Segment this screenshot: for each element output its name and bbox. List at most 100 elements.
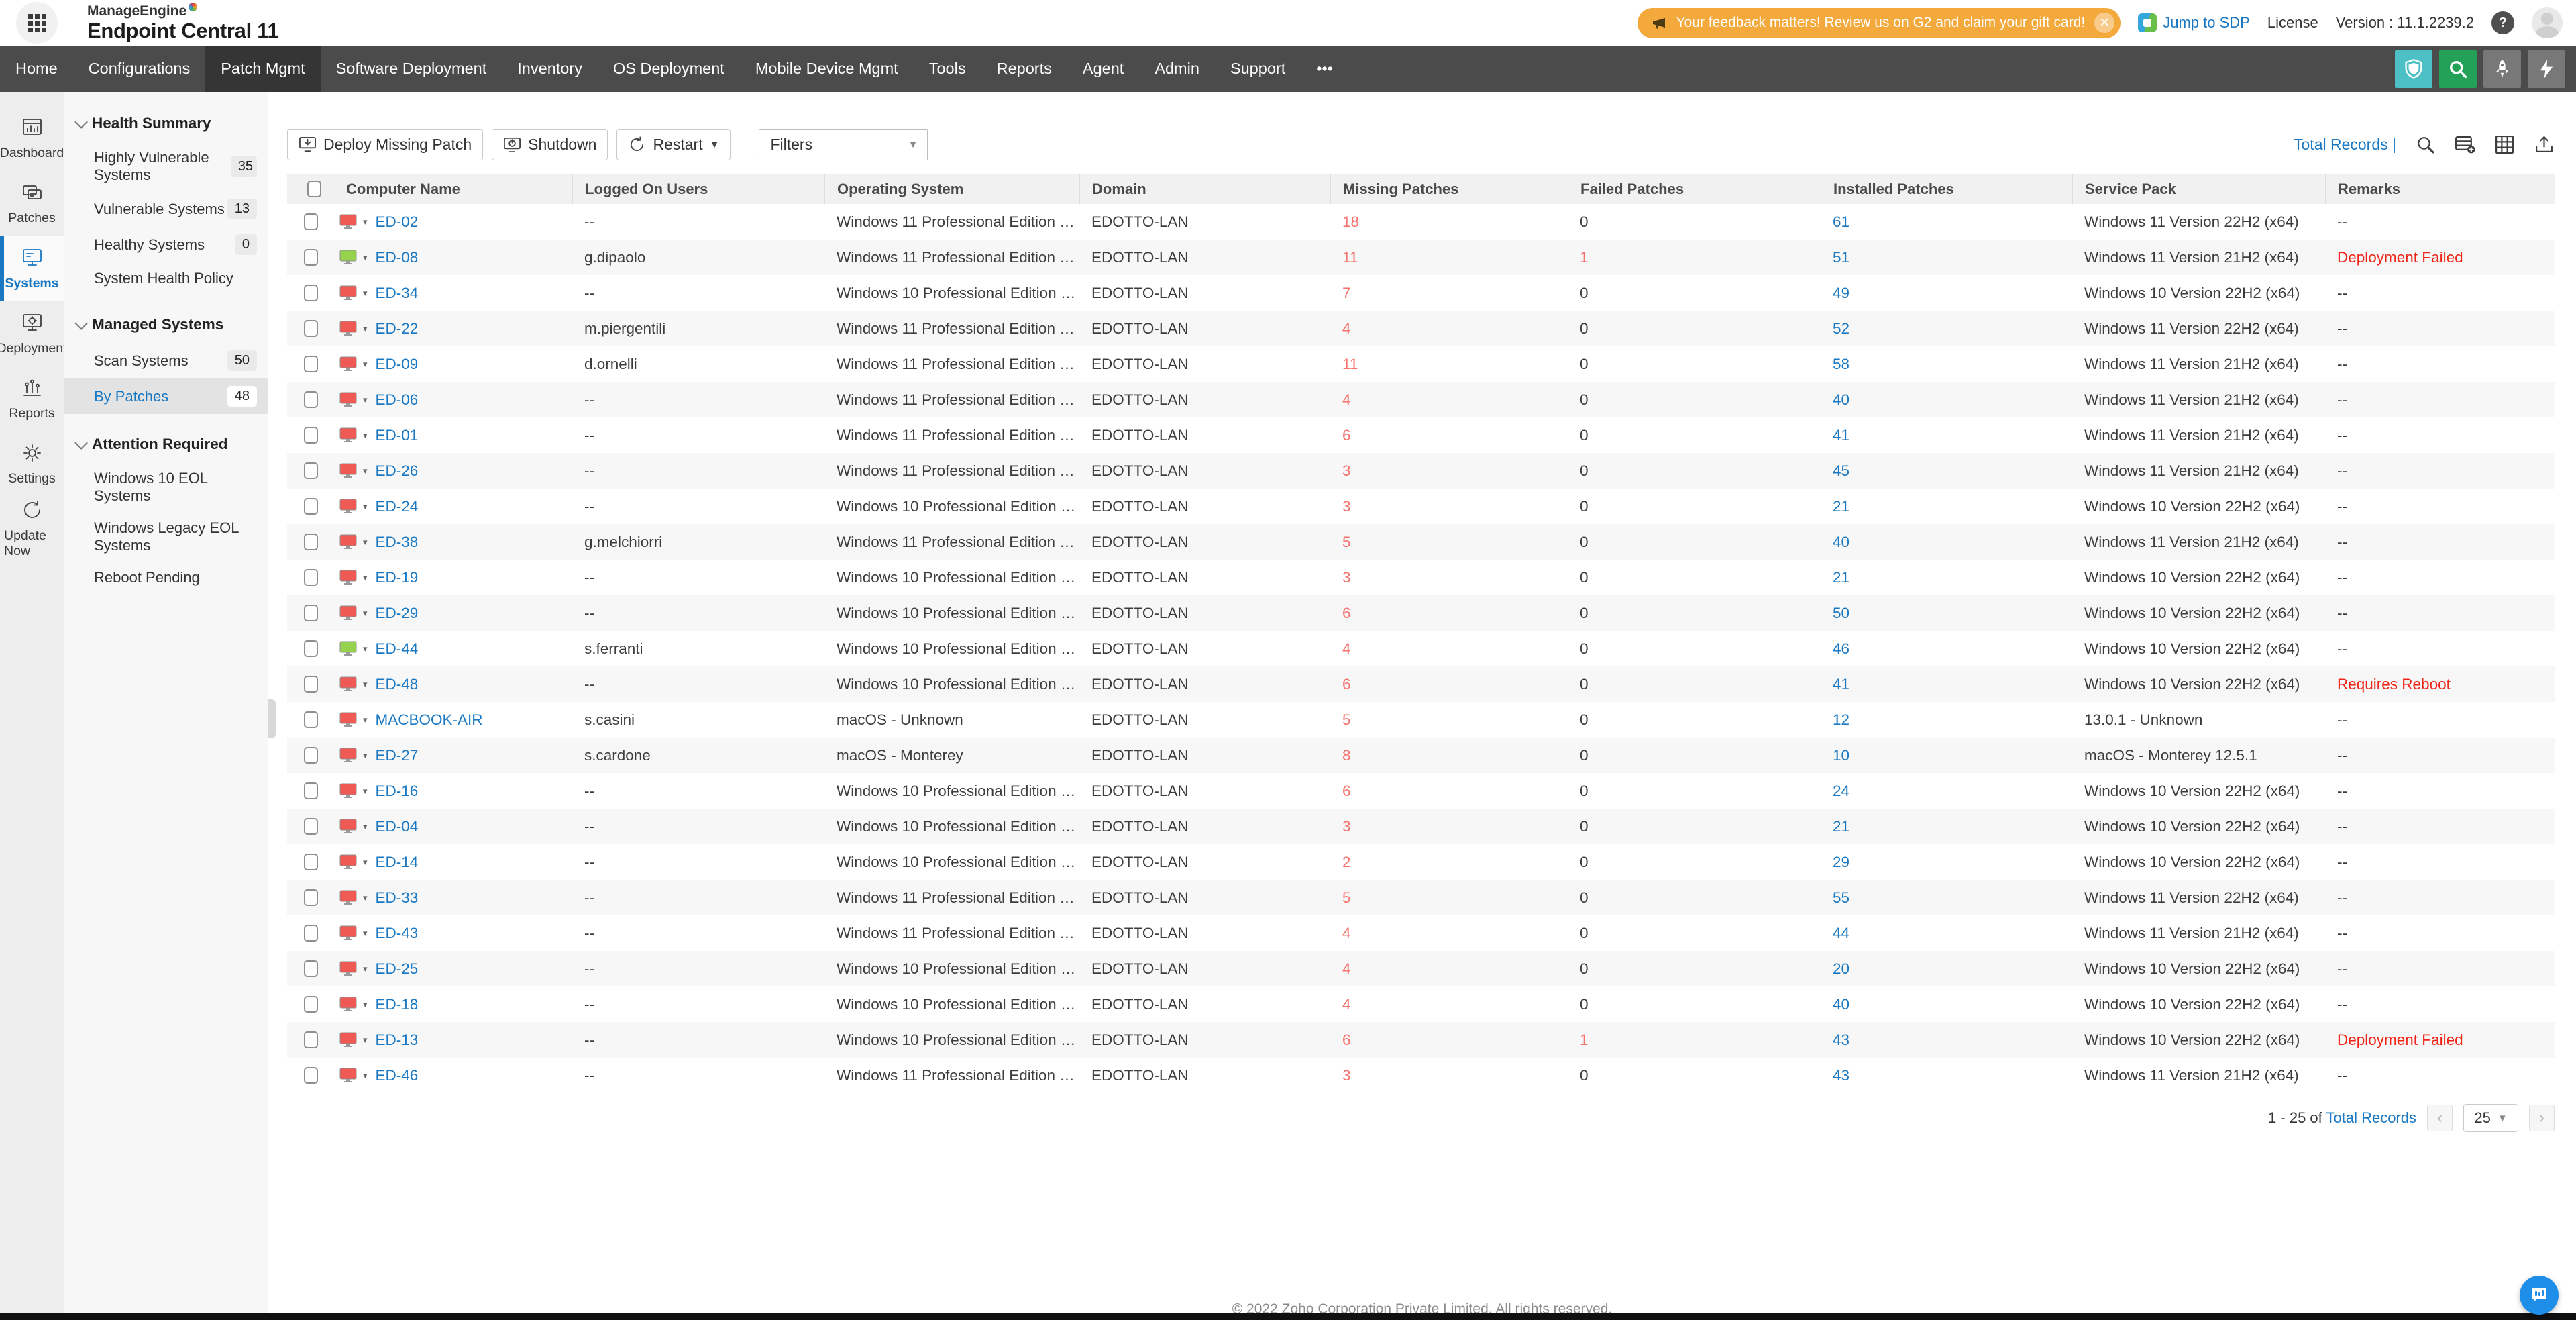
- sidebar-item-by-patches[interactable]: By Patches48: [64, 378, 268, 414]
- nav-item-inventory[interactable]: Inventory: [502, 46, 598, 92]
- computer-name-link[interactable]: ED-43: [376, 925, 419, 942]
- pagination-total-link[interactable]: Total Records: [2326, 1109, 2416, 1126]
- computer-name-link[interactable]: ED-27: [376, 747, 419, 764]
- sidebar-item-scan-systems[interactable]: Scan Systems50: [64, 343, 268, 378]
- help-icon[interactable]: ?: [2491, 11, 2514, 34]
- missing-patches-link[interactable]: 4: [1342, 391, 1351, 408]
- missing-patches-link[interactable]: 6: [1342, 782, 1351, 799]
- row-actions-caret-icon[interactable]: ▾: [363, 964, 368, 974]
- row-checkbox[interactable]: [304, 569, 318, 586]
- computer-name-link[interactable]: ED-13: [376, 1031, 419, 1049]
- rail-item-systems[interactable]: Systems: [0, 236, 64, 301]
- computer-name-link[interactable]: ED-33: [376, 889, 419, 907]
- installed-patches-link[interactable]: 29: [1833, 854, 1849, 870]
- row-actions-caret-icon[interactable]: ▾: [363, 750, 368, 761]
- missing-patches-link[interactable]: 6: [1342, 427, 1351, 444]
- user-avatar[interactable]: [2532, 7, 2563, 38]
- nav-item-configurations[interactable]: Configurations: [73, 46, 206, 92]
- missing-patches-link[interactable]: 4: [1342, 996, 1351, 1013]
- row-actions-caret-icon[interactable]: ▾: [363, 608, 368, 619]
- computer-name-link[interactable]: ED-46: [376, 1067, 419, 1084]
- row-checkbox[interactable]: [304, 534, 318, 550]
- computer-name-link[interactable]: ED-19: [376, 569, 419, 587]
- installed-patches-link[interactable]: 40: [1833, 391, 1849, 408]
- failed-patches-link[interactable]: 1: [1580, 249, 1589, 266]
- nav-item-tools[interactable]: Tools: [914, 46, 981, 92]
- missing-patches-link[interactable]: 4: [1342, 320, 1351, 337]
- computer-name-link[interactable]: ED-38: [376, 534, 419, 551]
- row-actions-caret-icon[interactable]: ▾: [363, 1070, 368, 1081]
- installed-patches-link[interactable]: 40: [1833, 534, 1849, 550]
- select-all-checkbox[interactable]: [307, 181, 321, 197]
- installed-patches-link[interactable]: 51: [1833, 249, 1849, 266]
- failed-patches-link[interactable]: 1: [1580, 1031, 1589, 1048]
- missing-patches-link[interactable]: 4: [1342, 640, 1351, 657]
- nav-item-reports[interactable]: Reports: [981, 46, 1067, 92]
- missing-patches-link[interactable]: 2: [1342, 854, 1351, 870]
- nav-item-patch-mgmt[interactable]: Patch Mgmt: [205, 46, 320, 92]
- grid-view-icon[interactable]: [2494, 134, 2515, 155]
- installed-patches-link[interactable]: 43: [1833, 1031, 1849, 1048]
- row-checkbox[interactable]: [304, 1031, 318, 1048]
- computer-name-link[interactable]: ED-04: [376, 818, 419, 835]
- row-actions-caret-icon[interactable]: ▾: [363, 501, 368, 512]
- computer-name-link[interactable]: ED-06: [376, 391, 419, 409]
- row-checkbox[interactable]: [304, 427, 318, 444]
- installed-patches-link[interactable]: 46: [1833, 640, 1849, 657]
- computer-name-link[interactable]: ED-34: [376, 285, 419, 302]
- rail-item-deployment[interactable]: Deployment: [0, 301, 64, 366]
- sidebar-item-highly-vulnerable-systems[interactable]: Highly Vulnerable Systems35: [64, 142, 268, 191]
- computer-name-link[interactable]: ED-08: [376, 249, 419, 266]
- row-actions-caret-icon[interactable]: ▾: [363, 252, 368, 263]
- installed-patches-link[interactable]: 44: [1833, 925, 1849, 942]
- row-actions-caret-icon[interactable]: ▾: [363, 821, 368, 832]
- installed-patches-link[interactable]: 21: [1833, 498, 1849, 515]
- missing-patches-link[interactable]: 5: [1342, 534, 1351, 550]
- restart-button[interactable]: Restart ▼: [616, 129, 731, 160]
- installed-patches-link[interactable]: 40: [1833, 996, 1849, 1013]
- nav-item-agent[interactable]: Agent: [1067, 46, 1139, 92]
- missing-patches-link[interactable]: 6: [1342, 605, 1351, 621]
- sidebar-item-windows-legacy-eol-systems[interactable]: Windows Legacy EOL Systems: [64, 512, 268, 562]
- computer-name-link[interactable]: ED-25: [376, 960, 419, 978]
- feedback-banner[interactable]: Your feedback matters! Review us on G2 a…: [1638, 8, 2121, 38]
- sidebar-item-system-health-policy[interactable]: System Health Policy: [64, 262, 268, 295]
- rail-item-update-now[interactable]: Update Now: [0, 496, 64, 561]
- row-checkbox[interactable]: [304, 889, 318, 906]
- missing-patches-link[interactable]: 3: [1342, 1067, 1351, 1084]
- row-actions-caret-icon[interactable]: ▾: [363, 537, 368, 548]
- missing-patches-link[interactable]: 3: [1342, 818, 1351, 835]
- row-actions-caret-icon[interactable]: ▾: [363, 999, 368, 1010]
- row-checkbox[interactable]: [304, 747, 318, 764]
- missing-patches-link[interactable]: 4: [1342, 925, 1351, 942]
- computer-name-link[interactable]: ED-44: [376, 640, 419, 658]
- section-title[interactable]: Managed Systems: [64, 311, 268, 343]
- row-actions-caret-icon[interactable]: ▾: [363, 857, 368, 868]
- missing-patches-link[interactable]: 8: [1342, 747, 1351, 764]
- row-checkbox[interactable]: [304, 711, 318, 728]
- shutdown-button[interactable]: Shutdown: [492, 129, 608, 160]
- installed-patches-link[interactable]: 61: [1833, 213, 1849, 230]
- installed-patches-link[interactable]: 12: [1833, 711, 1849, 728]
- total-records-link[interactable]: Total Records |: [2294, 136, 2396, 154]
- row-actions-caret-icon[interactable]: ▾: [363, 644, 368, 654]
- export-icon[interactable]: [2534, 134, 2555, 155]
- section-title[interactable]: Health Summary: [64, 109, 268, 142]
- computer-name-link[interactable]: ED-29: [376, 605, 419, 622]
- nav-item-admin[interactable]: Admin: [1139, 46, 1215, 92]
- missing-patches-link[interactable]: 6: [1342, 676, 1351, 693]
- rail-item-reports[interactable]: Reports: [0, 366, 64, 431]
- section-title[interactable]: Attention Required: [64, 430, 268, 462]
- missing-patches-link[interactable]: 11: [1342, 249, 1358, 266]
- installed-patches-link[interactable]: 49: [1833, 285, 1849, 301]
- row-checkbox[interactable]: [304, 285, 318, 301]
- row-checkbox[interactable]: [304, 854, 318, 870]
- row-actions-caret-icon[interactable]: ▾: [363, 430, 368, 441]
- row-actions-caret-icon[interactable]: ▾: [363, 288, 368, 299]
- filters-dropdown[interactable]: Filters ▼: [759, 129, 928, 160]
- app-launcher-icon[interactable]: [16, 2, 58, 44]
- installed-patches-link[interactable]: 41: [1833, 676, 1849, 693]
- computer-name-link[interactable]: ED-09: [376, 356, 419, 373]
- installed-patches-link[interactable]: 21: [1833, 818, 1849, 835]
- installed-patches-link[interactable]: 55: [1833, 889, 1849, 906]
